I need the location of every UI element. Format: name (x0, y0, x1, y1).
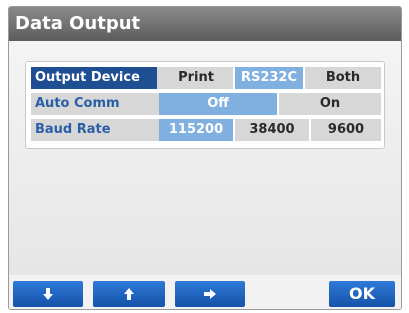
auto-comm-label: Auto Comm (35, 96, 120, 111)
device-screen: Data Output Output Device Print RS232C B… (8, 6, 402, 310)
up-button[interactable] (93, 281, 165, 307)
baud-rate-option-38400[interactable]: 38400 (235, 119, 309, 141)
right-button[interactable] (175, 281, 245, 307)
arrow-right-icon (204, 289, 216, 299)
baud-rate-option-115200[interactable]: 115200 (159, 119, 233, 141)
arrow-up-icon (124, 288, 134, 300)
arrow-down-icon (43, 288, 53, 300)
ok-button[interactable]: OK (329, 281, 395, 307)
baud-rate-row: Baud Rate 115200 38400 9600 (31, 119, 381, 141)
auto-comm-option-off[interactable]: Off (159, 93, 277, 115)
output-device-row: Output Device Print RS232C Both (31, 67, 381, 89)
auto-comm-row: Auto Comm Off On (31, 93, 381, 115)
down-button[interactable] (13, 281, 83, 307)
output-device-option-rs232c[interactable]: RS232C (235, 67, 303, 89)
output-device-option-print[interactable]: Print (159, 67, 233, 89)
settings-panel: Output Device Print RS232C Both Auto Com… (25, 61, 385, 149)
softkey-bar: OK (9, 275, 401, 309)
settings-area: Output Device Print RS232C Both Auto Com… (9, 41, 401, 275)
window-title: Data Output (9, 7, 401, 41)
auto-comm-option-on[interactable]: On (279, 93, 381, 115)
baud-rate-option-9600[interactable]: 9600 (311, 119, 381, 141)
output-device-option-both[interactable]: Both (305, 67, 381, 89)
output-device-label: Output Device (31, 67, 157, 89)
baud-rate-label: Baud Rate (35, 122, 111, 137)
